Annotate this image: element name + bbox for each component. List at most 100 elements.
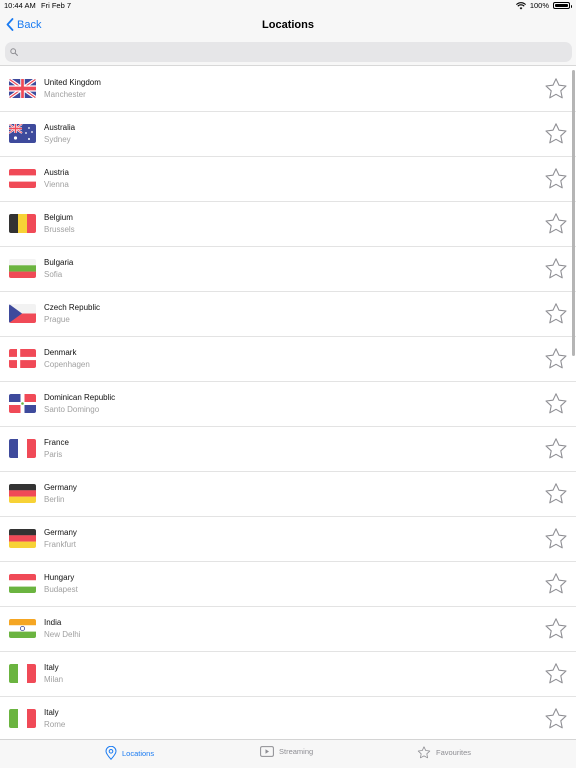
location-row[interactable]: Bulgaria Sofia xyxy=(0,247,576,292)
it-flag-icon xyxy=(9,664,36,683)
gb-flag-icon xyxy=(9,79,36,98)
battery-percent: 100% xyxy=(529,1,549,10)
battery-icon xyxy=(553,2,572,9)
favourite-star-icon[interactable] xyxy=(544,77,568,101)
favourite-star-icon[interactable] xyxy=(544,347,568,371)
hu-flag-icon xyxy=(9,574,36,593)
location-country: Czech Republic xyxy=(44,303,101,312)
wifi-icon xyxy=(515,1,526,9)
scrollbar[interactable] xyxy=(572,70,575,356)
favourite-star-icon[interactable] xyxy=(544,212,568,236)
favourite-star-icon[interactable] xyxy=(544,662,568,686)
tab-bar: Locations Streaming Favourites xyxy=(0,739,576,768)
at-flag-icon xyxy=(9,169,36,188)
be-flag-icon xyxy=(9,214,36,233)
au-flag-icon xyxy=(9,124,36,143)
star-icon xyxy=(417,746,431,759)
location-city: Sofia xyxy=(44,270,63,279)
favourite-star-icon[interactable] xyxy=(544,527,568,551)
play-screen-icon xyxy=(260,746,274,757)
location-city: Santo Domingo xyxy=(44,405,100,414)
location-row[interactable]: India New Delhi xyxy=(0,607,576,652)
dk-flag-icon xyxy=(9,349,36,368)
favourite-star-icon[interactable] xyxy=(544,707,568,731)
location-country: Italy xyxy=(44,708,59,717)
in-flag-icon xyxy=(9,619,36,638)
page-title: Locations xyxy=(262,19,314,31)
favourite-star-icon[interactable] xyxy=(544,392,568,416)
location-row[interactable]: Germany Berlin xyxy=(0,472,576,517)
location-country: Bulgaria xyxy=(44,258,74,267)
location-row[interactable]: Australia Sydney xyxy=(0,112,576,157)
location-country: Germany xyxy=(44,483,77,492)
location-row[interactable]: Belgium Brussels xyxy=(0,202,576,247)
cz-flag-icon xyxy=(9,304,36,323)
search-field[interactable] xyxy=(5,42,572,62)
location-city: Paris xyxy=(44,450,63,459)
status-right: 100% xyxy=(515,1,572,10)
location-country: Belgium xyxy=(44,213,73,222)
location-city: Budapest xyxy=(44,585,78,594)
location-city: Prague xyxy=(44,315,70,324)
locations-list: United Kingdom Manchester Australia Sydney A… xyxy=(0,67,576,739)
location-row[interactable]: Italy Milan xyxy=(0,652,576,697)
location-row[interactable]: Dominican Republic Santo Domingo xyxy=(0,382,576,427)
location-city: Frankfurt xyxy=(44,540,77,549)
favourite-star-icon[interactable] xyxy=(544,257,568,281)
location-city: Berlin xyxy=(44,495,65,504)
tab-favourites-label: Favourites xyxy=(436,748,472,757)
location-country: Denmark xyxy=(44,348,77,357)
favourite-star-icon[interactable] xyxy=(544,122,568,146)
favourite-star-icon[interactable] xyxy=(544,572,568,596)
location-country: India xyxy=(44,618,62,627)
location-row[interactable]: Austria Vienna xyxy=(0,157,576,202)
location-country: France xyxy=(44,438,69,447)
location-country: Austria xyxy=(44,168,69,177)
status-bar: 10:44 AM Fri Feb 7 100% xyxy=(0,0,576,12)
location-pin-icon xyxy=(105,746,117,760)
tab-favourites[interactable]: Favourites xyxy=(417,746,471,759)
location-row[interactable]: Czech Republic Prague xyxy=(0,292,576,337)
fr-flag-icon xyxy=(9,439,36,458)
location-city: Vienna xyxy=(44,180,69,189)
location-country: Dominican Republic xyxy=(44,393,116,402)
location-city: Rome xyxy=(44,720,66,729)
search-input[interactable] xyxy=(22,46,542,58)
favourite-star-icon[interactable] xyxy=(544,167,568,191)
location-country: Hungary xyxy=(44,573,75,582)
location-city: Sydney xyxy=(44,135,71,144)
de-flag-icon xyxy=(9,484,36,503)
tab-streaming-label: Streaming xyxy=(279,747,314,756)
bg-flag-icon xyxy=(9,259,36,278)
favourite-star-icon[interactable] xyxy=(544,437,568,461)
do-flag-icon xyxy=(9,394,36,413)
tab-locations-label: Locations xyxy=(122,748,155,758)
location-city: Milan xyxy=(44,675,64,684)
location-city: Copenhagen xyxy=(44,360,90,369)
location-city: Brussels xyxy=(44,225,75,234)
tab-locations[interactable]: Locations xyxy=(105,746,154,760)
location-country: Australia xyxy=(44,123,76,132)
favourite-star-icon[interactable] xyxy=(544,617,568,641)
location-city: New Delhi xyxy=(44,630,81,639)
navigation-bar: Back Locations xyxy=(0,12,576,40)
location-row[interactable]: France Paris xyxy=(0,427,576,472)
de-flag-icon xyxy=(9,529,36,548)
location-row[interactable]: Denmark Copenhagen xyxy=(0,337,576,382)
location-country: Germany xyxy=(44,528,77,537)
favourite-star-icon[interactable] xyxy=(544,482,568,506)
it-flag-icon xyxy=(9,709,36,728)
location-country: United Kingdom xyxy=(44,78,101,87)
location-row[interactable]: Italy Rome xyxy=(0,697,576,739)
location-city: Manchester xyxy=(44,90,86,99)
search-icon xyxy=(10,48,18,56)
favourite-star-icon[interactable] xyxy=(544,302,568,326)
location-row[interactable]: United Kingdom Manchester xyxy=(0,67,576,112)
location-country: Italy xyxy=(44,663,59,672)
search-bar xyxy=(0,40,576,66)
status-date: Fri Feb 7 xyxy=(41,1,72,10)
tab-streaming[interactable]: Streaming xyxy=(260,746,313,757)
location-row[interactable]: Germany Frankfurt xyxy=(0,517,576,562)
status-time: 10:44 AM xyxy=(4,1,36,10)
location-row[interactable]: Hungary Budapest xyxy=(0,562,576,607)
